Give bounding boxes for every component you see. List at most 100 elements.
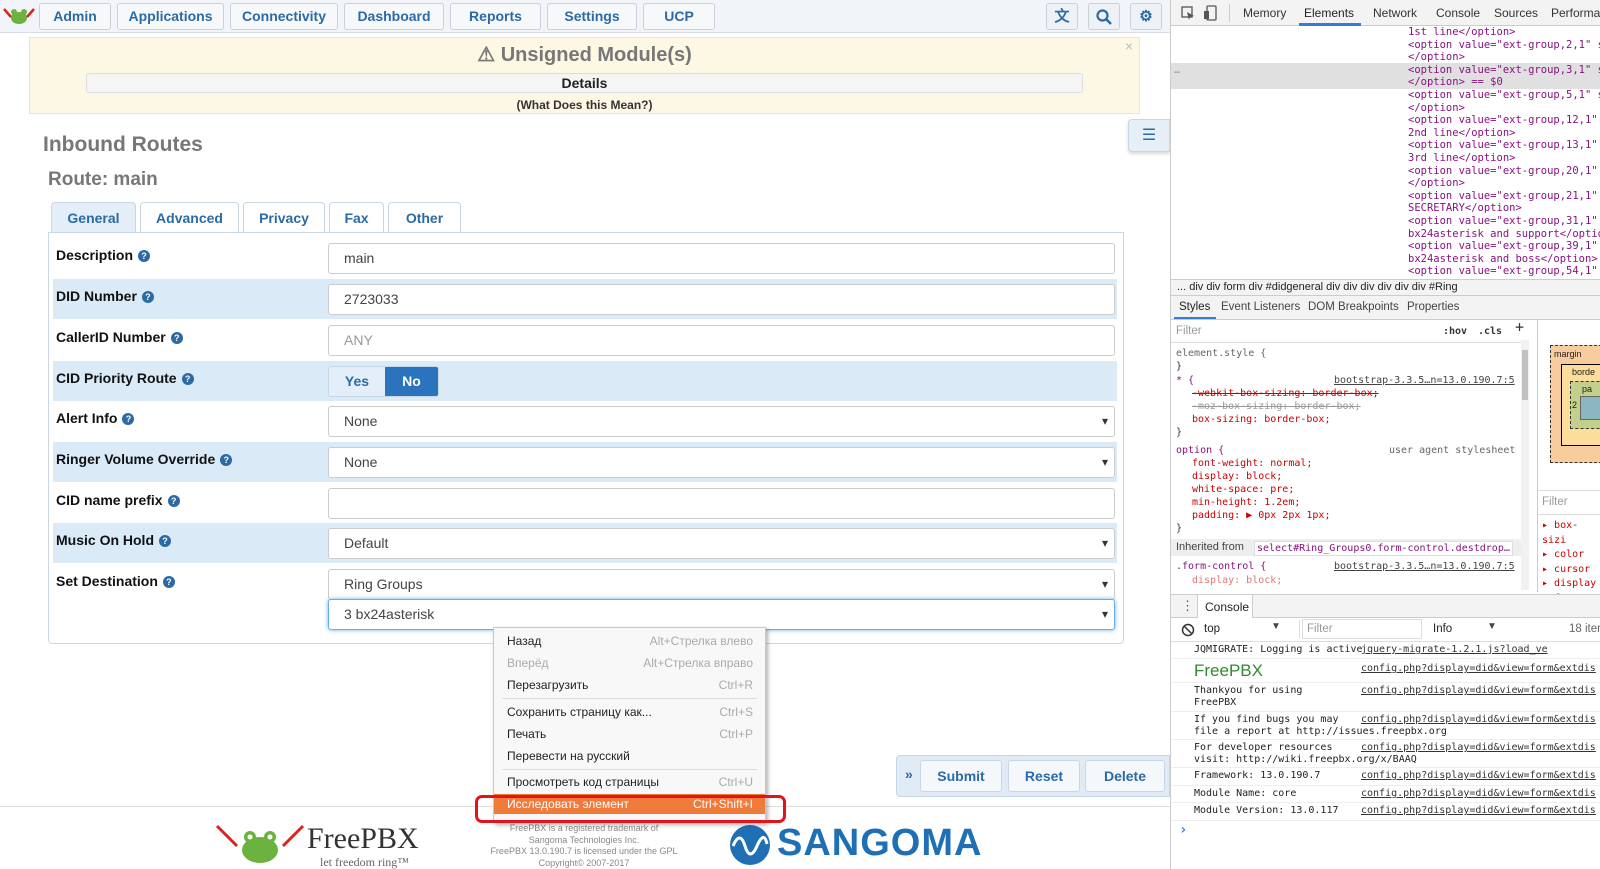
console-prompt[interactable]: › <box>1179 822 1187 838</box>
help-icon[interactable]: ? <box>122 413 135 425</box>
devtools-tab-performance[interactable]: Performa <box>1551 6 1600 20</box>
code-line[interactable]: bx24asterisk and boss</option> <box>1408 253 1598 266</box>
code-line[interactable]: <option value="ext-group,2,1" s <box>1408 39 1600 52</box>
console-source-link[interactable]: config.php?display=did&view=form&extdis <box>1361 714 1596 725</box>
inspect-icon[interactable] <box>1181 6 1195 20</box>
context-view-source[interactable]: Просмотреть код страницы Ctrl+U <box>494 772 765 792</box>
star-rule[interactable]: * { <box>1176 374 1194 387</box>
console-source-link[interactable]: config.php?display=did&view=form&extdis <box>1361 685 1596 696</box>
context-back[interactable]: Назад Alt+Стрелка влево <box>494 631 765 651</box>
code-line[interactable]: </option> == $0 <box>1408 76 1503 89</box>
devtools-tab-sources[interactable]: Sources <box>1494 6 1538 20</box>
console-drawer-title[interactable]: Console <box>1205 600 1249 614</box>
styles-filter-input[interactable]: Filter <box>1176 325 1202 338</box>
console-source-link[interactable]: config.php?display=did&view=form&extdis <box>1361 788 1596 799</box>
callerid-input[interactable]: ANY <box>328 325 1115 356</box>
context-print[interactable]: Печать Ctrl+P <box>494 724 765 744</box>
priority-no[interactable]: No <box>385 367 438 396</box>
inherited-selector-link[interactable]: select#Ring_Groups0.form-control.destdro… <box>1254 541 1513 556</box>
context-save-as[interactable]: Сохранить страницу как... Ctrl+S <box>494 702 765 722</box>
computed-prop[interactable]: ▸ display <box>1542 577 1600 592</box>
help-icon[interactable]: ? <box>167 495 180 507</box>
drawer-menu-icon[interactable]: ⋮ <box>1181 598 1194 614</box>
tab-fax[interactable]: Fax <box>329 202 384 233</box>
code-line[interactable]: <option value="ext-group,3,1" s <box>1408 64 1600 77</box>
code-line[interactable]: 2nd line</option> <box>1408 127 1515 140</box>
help-icon[interactable]: ? <box>141 291 154 303</box>
style-prop[interactable]: box-sizing: border-box; <box>1192 413 1330 426</box>
context-reload[interactable]: Перезагрузить Ctrl+R <box>494 675 765 695</box>
nav-dashboard[interactable]: Dashboard <box>344 3 444 30</box>
devtools-tab-elements[interactable]: Elements <box>1304 6 1354 20</box>
add-rule-icon[interactable]: + <box>1515 320 1524 335</box>
help-icon[interactable]: ? <box>181 373 194 385</box>
nav-settings[interactable]: Settings <box>547 3 637 30</box>
delete-button[interactable]: Delete <box>1085 760 1165 792</box>
form-control-rule[interactable]: .form-control { <box>1176 560 1266 573</box>
console-source-link[interactable]: config.php?display=did&view=form&extdis <box>1361 805 1596 816</box>
code-line[interactable]: 3rd line</option> <box>1408 152 1515 165</box>
context-selector[interactable]: top <box>1204 623 1220 635</box>
bootstrap-link[interactable]: bootstrap-3.3.5…n=13.0.190.7:5 <box>1334 374 1515 387</box>
chevron-down-icon[interactable]: ▼ <box>1271 621 1281 632</box>
context-translate[interactable]: Перевести на русский <box>494 746 765 766</box>
device-toggle-icon[interactable] <box>1204 5 1218 21</box>
help-icon[interactable]: ? <box>170 332 183 344</box>
subtab-dom-breakpoints[interactable]: DOM Breakpoints <box>1308 301 1399 313</box>
console-source-link[interactable]: config.php?display=did&view=form&extdis <box>1361 770 1596 781</box>
help-icon[interactable]: ? <box>159 535 171 547</box>
ringer-select[interactable]: None <box>328 447 1115 478</box>
nav-connectivity[interactable]: Connectivity <box>230 3 338 30</box>
search-icon[interactable] <box>1088 3 1120 30</box>
reset-button[interactable]: Reset <box>1008 760 1080 792</box>
nav-ucp[interactable]: UCP <box>643 3 715 30</box>
element-style-rule[interactable]: element.style { <box>1176 347 1266 360</box>
code-line[interactable]: SECRETARY</option> <box>1408 202 1522 215</box>
clear-console-icon[interactable] <box>1181 623 1195 637</box>
nav-applications[interactable]: Applications <box>117 3 224 30</box>
gear-icon[interactable]: ⚙ <box>1130 3 1162 30</box>
hov-toggle[interactable]: :hov <box>1443 325 1467 338</box>
cls-toggle[interactable]: .cls <box>1478 325 1502 338</box>
devtools-tab-network[interactable]: Network <box>1373 6 1417 20</box>
elements-breadcrumbs[interactable]: ... div div form div #didgeneral div div… <box>1171 279 1600 296</box>
tab-other[interactable]: Other <box>388 202 461 233</box>
computed-prop[interactable]: ▸ cursor <box>1542 563 1600 578</box>
tab-privacy[interactable]: Privacy <box>243 202 325 233</box>
bootstrap-link[interactable]: bootstrap-3.3.5…n=13.0.190.7:5 <box>1334 560 1515 573</box>
help-icon[interactable]: ? <box>138 250 151 262</box>
style-prop[interactable]: -webkit-box-sizing: border-box; <box>1192 387 1379 400</box>
code-line[interactable]: <option value="ext-group,39,1" <box>1408 240 1598 253</box>
code-line[interactable]: </option> <box>1408 177 1465 190</box>
expand-icon[interactable]: » <box>905 766 913 782</box>
console-source-link[interactable]: jquery-migrate-1.2.1.js?load_ve <box>1361 644 1548 655</box>
node-ellipsis[interactable]: … <box>1174 64 1180 77</box>
code-line[interactable]: <option value="ext-group,21,1" <box>1408 190 1598 203</box>
translate-icon[interactable]: 文 <box>1046 3 1078 30</box>
banner-what-link[interactable]: (What Does this Mean?) <box>30 98 1139 112</box>
code-line[interactable]: <option value="ext-group,12,1" <box>1408 114 1598 127</box>
code-line[interactable]: <option value="ext-group,20,1" <box>1408 165 1598 178</box>
code-line[interactable]: </option> <box>1408 102 1465 115</box>
help-icon[interactable]: ? <box>220 454 233 466</box>
level-selector[interactable]: Info <box>1433 623 1452 635</box>
code-line[interactable]: </option> <box>1408 51 1465 64</box>
priority-toggle[interactable]: Yes No <box>328 366 439 397</box>
description-input[interactable]: main <box>328 243 1115 274</box>
prefix-input[interactable] <box>328 488 1115 519</box>
console-source-link[interactable]: config.php?display=did&view=form&extdis <box>1361 663 1596 674</box>
help-icon[interactable]: ? <box>162 576 175 588</box>
subtab-event-listeners[interactable]: Event Listeners <box>1221 301 1300 313</box>
freepbx-frog-icon[interactable] <box>2 3 36 29</box>
code-line[interactable]: <option value="ext-group,5,1" s <box>1408 89 1600 102</box>
nav-admin[interactable]: Admin <box>39 3 111 30</box>
close-icon[interactable]: × <box>1125 38 1133 54</box>
devtools-tab-memory[interactable]: Memory <box>1243 6 1286 20</box>
code-line[interactable]: <option value="ext-group,54,1" <box>1408 265 1598 278</box>
destination-type-select[interactable]: Ring Groups <box>328 569 1115 600</box>
code-line[interactable]: bx24asterisk and support</optio <box>1408 228 1600 241</box>
styles-scrollbar-thumb[interactable] <box>1522 350 1528 400</box>
priority-yes[interactable]: Yes <box>329 367 385 396</box>
tab-general[interactable]: General <box>51 202 136 233</box>
list-icon[interactable]: ☰ <box>1128 119 1170 152</box>
